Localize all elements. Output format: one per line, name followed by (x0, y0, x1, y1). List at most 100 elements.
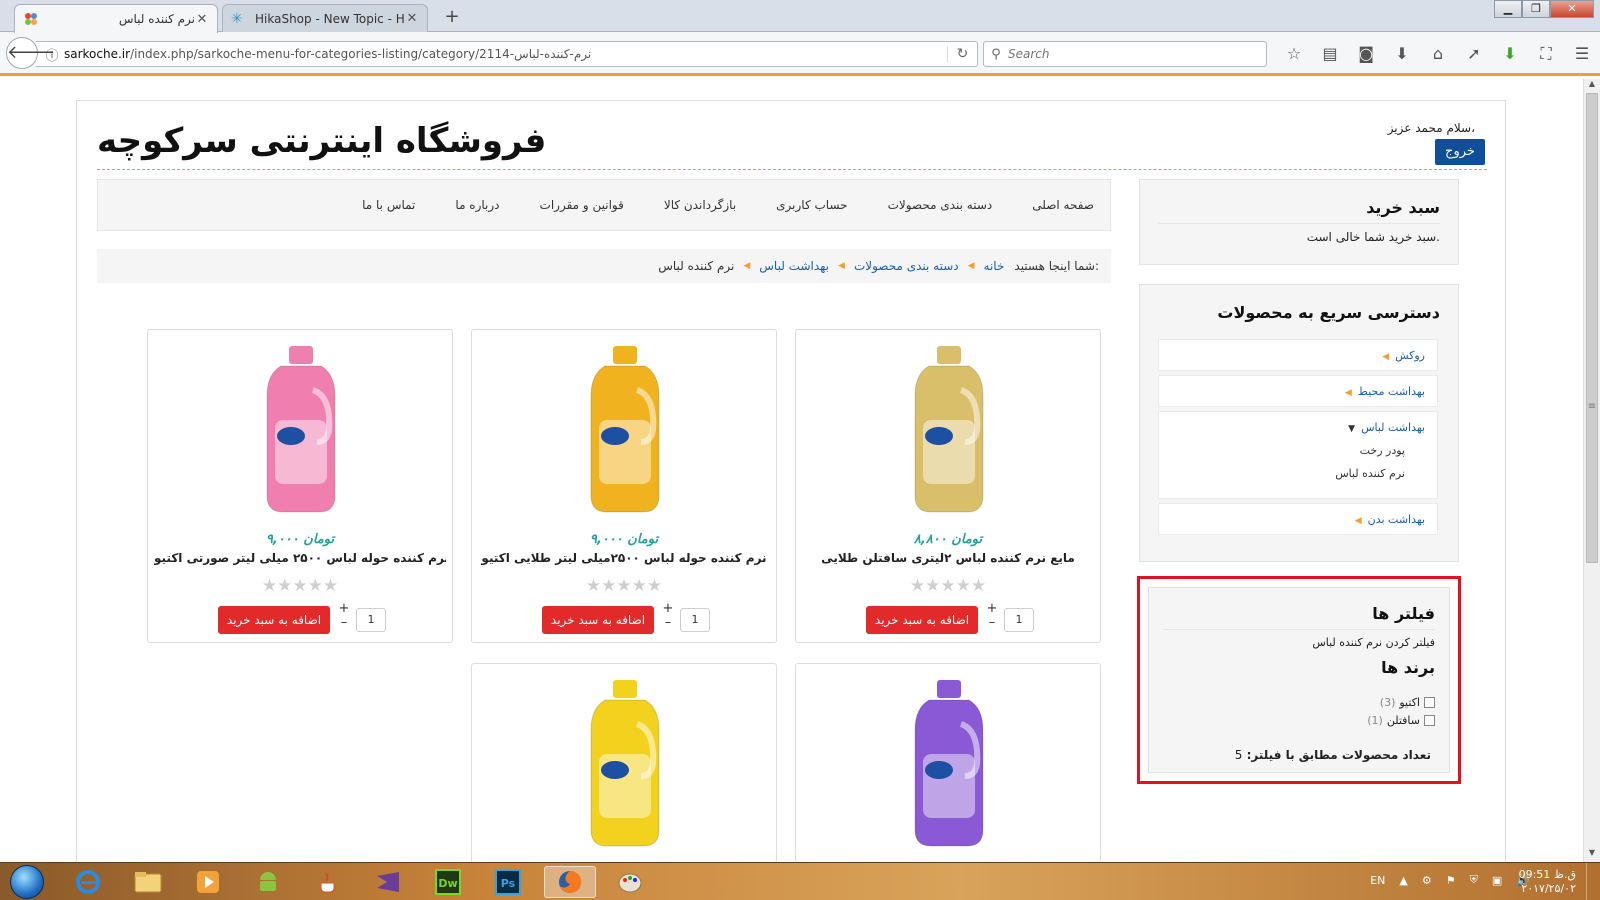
rating-stars[interactable]: ★★★★★ (148, 576, 452, 596)
quantity-input[interactable]: 1 (1004, 608, 1034, 632)
breadcrumb-home[interactable]: خانه (984, 259, 1005, 273)
paint-taskbar-icon[interactable] (604, 866, 656, 898)
scroll-down-arrow[interactable]: ▼ (1584, 848, 1600, 862)
breadcrumb-separator-icon: ◀ (967, 261, 975, 271)
product-image[interactable] (575, 674, 675, 854)
reload-icon[interactable]: ↻ (947, 46, 977, 62)
scroll-thumb[interactable] (1586, 93, 1598, 563)
tab-active[interactable]: نرم کننده لباس ✕ (14, 4, 218, 33)
clock-time: 09:51 ق.ظ (1518, 868, 1576, 881)
add-to-cart-button[interactable]: اضافه به سبد خرید (542, 606, 654, 634)
breadcrumb-current: نرم کننده لباس (658, 259, 735, 273)
product-price: ۸,۸۰۰ تومان (913, 532, 983, 547)
menu-item-about[interactable]: درباره ما (455, 198, 499, 212)
window-controls: ▁ ❐ ✕ (1494, 0, 1594, 18)
quick-item-body[interactable]: بهداشت بدن ◀ (1158, 503, 1438, 535)
firefox-taskbar-icon[interactable] (544, 866, 596, 898)
menu-icon[interactable]: ☰ (1564, 41, 1600, 67)
site-title[interactable]: فروشگاه اینترنتی سرکوچه (97, 121, 546, 161)
brand-checkbox[interactable] (1424, 697, 1435, 708)
dreamweaver-taskbar-icon[interactable]: Dw (422, 866, 474, 898)
scroll-up-arrow[interactable]: ▲ (1584, 79, 1600, 93)
menu-item-returns[interactable]: بازگرداندن کالا (664, 198, 736, 212)
address-bar[interactable]: ⓘ sarkoche.ir/index.php/sarkoche-menu-fo… (36, 41, 978, 67)
brand-option-active[interactable]: اکتیو (3) (1380, 696, 1435, 709)
language-indicator[interactable]: EN (1370, 874, 1385, 887)
quantity-stepper[interactable]: + – (338, 602, 350, 630)
tray-expand-icon[interactable]: ▲ (1399, 874, 1407, 887)
minimize-button[interactable]: ▁ (1494, 0, 1522, 18)
quick-subitem-powder[interactable]: پودر رخت (1171, 444, 1425, 457)
reading-list-icon[interactable]: ▤ (1312, 41, 1348, 67)
home-icon[interactable]: ⌂ (1420, 41, 1456, 67)
product-image[interactable] (899, 674, 999, 854)
java-taskbar-icon[interactable] (302, 866, 354, 898)
close-tab-icon[interactable]: ✕ (195, 12, 209, 27)
show-desktop-button[interactable] (1586, 863, 1600, 900)
product-image[interactable] (251, 340, 351, 520)
window-close-button[interactable]: ✕ (1550, 0, 1594, 18)
bottle-cap (613, 346, 637, 364)
antivirus-icon[interactable]: ⛨ (1470, 873, 1478, 887)
quantity-input[interactable]: 1 (680, 608, 710, 632)
download-helper-icon[interactable]: ⬇ (1492, 41, 1528, 67)
photoshop-taskbar-icon[interactable]: Ps (482, 866, 534, 898)
add-to-cart-button[interactable]: اضافه به سبد خرید (218, 606, 330, 634)
search-bar[interactable]: ⚲ (983, 41, 1267, 67)
brand-checkbox[interactable] (1424, 715, 1435, 726)
add-to-cart-button[interactable]: اضافه به سبد خرید (866, 606, 978, 634)
explorer-taskbar-icon[interactable] (122, 866, 174, 898)
title-divider (97, 169, 1487, 170)
crop-icon[interactable]: ⛶ (1528, 41, 1564, 67)
product-name[interactable]: نرم کننده حوله لباس ۲۵۰۰ میلی لیتر صورتی… (154, 551, 446, 565)
close-tab-icon[interactable]: ✕ (405, 11, 419, 26)
menu-item-contact[interactable]: تماس با ما (362, 198, 415, 212)
back-button[interactable]: 🡐 (6, 37, 55, 69)
product-image[interactable] (899, 340, 999, 520)
quick-item-environment[interactable]: بهداشت محیط ◀ (1158, 375, 1438, 407)
menu-item-rules[interactable]: قوانین و مقررات (540, 198, 624, 212)
product-name[interactable]: نرم کننده حوله لباس ۲۵۰۰میلی لیتر طلایی … (478, 551, 770, 565)
tray-app-icon[interactable]: ⚙ (1422, 874, 1432, 887)
tab-hikashop[interactable]: ✳ HikaShop - New Topic - Hi... ✕ (222, 4, 428, 32)
brand-name: سافتلن (1386, 714, 1420, 727)
action-center-icon[interactable]: ⚑ (1446, 874, 1456, 887)
product-name[interactable]: مایع نرم کننده لباس ۲لیتری سافتلن طلایی (802, 551, 1094, 565)
search-input[interactable] (1008, 47, 1266, 61)
bottle-logo (925, 427, 953, 445)
downloads-icon[interactable]: ⬇ (1384, 41, 1420, 67)
quick-item-laundry[interactable]: بهداشت لباس ▼ پودر رخت نرم کننده لباس (1158, 411, 1438, 499)
start-button[interactable] (6, 863, 48, 900)
breadcrumb-categories[interactable]: دسته بندی محصولات (854, 259, 959, 273)
clock[interactable]: 09:51 ق.ظ ۲۰۱۷/۲۵/۰۲ (1519, 868, 1576, 896)
visual-studio-taskbar-icon[interactable] (362, 866, 414, 898)
address-url[interactable]: sarkoche.ir/index.php/sarkoche-menu-for-… (64, 47, 947, 61)
menu-item-account[interactable]: حساب کاربری (776, 198, 847, 212)
quick-subitem-softener[interactable]: نرم کننده لباس (1171, 467, 1425, 480)
quantity-stepper[interactable]: + – (662, 602, 674, 630)
page-scrollbar[interactable]: ▲ ≡ ▼ (1583, 79, 1600, 862)
android-taskbar-icon[interactable] (242, 866, 294, 898)
brand-option-softlan[interactable]: سافتلن (1) (1367, 714, 1435, 727)
menu-item-categories[interactable]: دسته بندی محصولات (888, 198, 993, 212)
quick-item-covers[interactable]: روکش ◀ (1158, 339, 1438, 371)
product-image[interactable] (575, 340, 675, 520)
media-player-taskbar-icon[interactable] (182, 866, 234, 898)
pocket-icon[interactable]: ◙ (1348, 41, 1384, 67)
bookmark-star-icon[interactable]: ☆ (1276, 41, 1312, 67)
quick-item-label: بهداشت محیط (1357, 385, 1425, 398)
rating-stars[interactable]: ★★★★★ (796, 576, 1100, 596)
logout-button[interactable]: خروج (1435, 139, 1485, 165)
menu-item-home[interactable]: صفحه اصلی (1032, 198, 1094, 212)
breadcrumb-laundry[interactable]: بهداشت لباس (759, 259, 829, 273)
scroll-grip-icon: ≡ (1587, 401, 1597, 412)
quantity-input[interactable]: 1 (356, 608, 386, 632)
new-tab-button[interactable]: + (440, 6, 464, 28)
toolbar-icons: ☆ ▤ ◙ ⬇ ⌂ ➚ ⬇ ⛶ ☰ (1276, 41, 1600, 67)
maximize-button[interactable]: ❐ (1522, 0, 1550, 18)
network-icon[interactable]: ▣ (1492, 874, 1502, 887)
rating-stars[interactable]: ★★★★★ (472, 576, 776, 596)
ie-taskbar-icon[interactable] (62, 866, 114, 898)
extension-icon[interactable]: ➚ (1456, 41, 1492, 67)
quantity-stepper[interactable]: + – (986, 602, 998, 630)
